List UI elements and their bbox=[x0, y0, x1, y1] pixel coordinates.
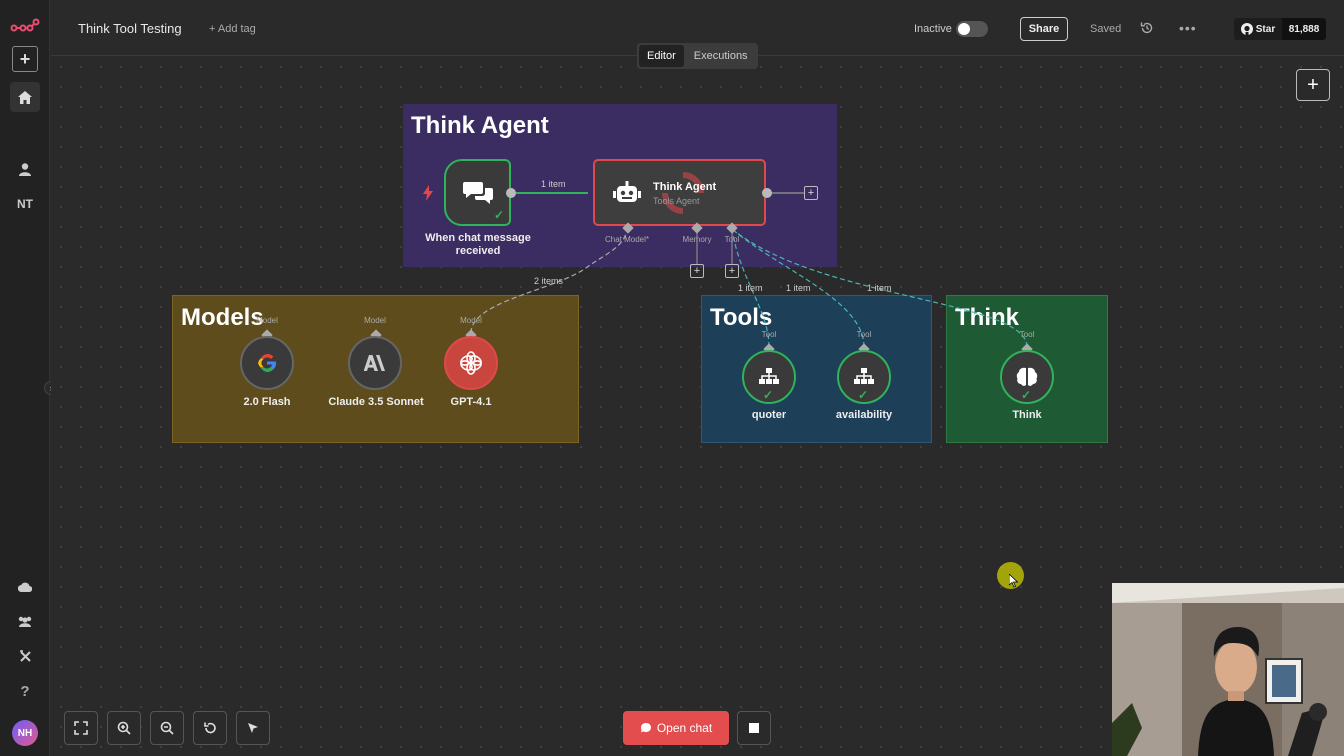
robot-icon bbox=[613, 181, 641, 202]
tidy-up-button[interactable] bbox=[236, 711, 270, 745]
node-think-tool[interactable]: ✓ bbox=[1000, 350, 1054, 404]
port-label: Model bbox=[460, 316, 482, 325]
zoom-in-icon bbox=[117, 721, 131, 735]
sticky-title: Think bbox=[955, 304, 1019, 331]
github-star-count: 81,888 bbox=[1282, 18, 1326, 40]
more-options-icon[interactable]: ••• bbox=[1179, 20, 1197, 36]
node-availability[interactable]: ✓ bbox=[837, 350, 891, 404]
brain-icon bbox=[1016, 367, 1038, 386]
success-check-icon: ✓ bbox=[1021, 388, 1032, 402]
cloud-icon[interactable] bbox=[10, 572, 40, 602]
help-icon[interactable]: ? bbox=[10, 676, 40, 706]
output-handle[interactable] bbox=[762, 188, 772, 198]
add-tag-link[interactable]: + Add tag bbox=[209, 23, 256, 35]
google-icon bbox=[258, 353, 277, 373]
webcam-overlay bbox=[1112, 583, 1344, 756]
stop-icon bbox=[749, 723, 759, 733]
success-check-icon: ✓ bbox=[858, 388, 869, 402]
zoom-to-fit-button[interactable] bbox=[64, 711, 98, 745]
fit-view-icon bbox=[74, 721, 88, 735]
stop-execution-button[interactable] bbox=[737, 711, 771, 745]
node-subtitle: Tools Agent bbox=[653, 196, 700, 206]
sticky-title: Think Agent bbox=[411, 112, 549, 139]
webcam-person-image bbox=[1112, 583, 1344, 756]
active-status-label: Inactive bbox=[914, 23, 952, 35]
zoom-out-button[interactable] bbox=[150, 711, 184, 745]
toggle-knob bbox=[958, 23, 970, 35]
success-check-icon: ✓ bbox=[763, 388, 774, 402]
success-check-icon: ✓ bbox=[493, 208, 504, 222]
node-claude-sonnet[interactable] bbox=[348, 336, 402, 390]
saved-status: Saved bbox=[1090, 23, 1122, 35]
running-spinner-icon bbox=[662, 172, 704, 214]
sticky-title: Tools bbox=[710, 304, 773, 331]
node-label: availability bbox=[835, 409, 893, 421]
port-label: Tool bbox=[1019, 330, 1035, 339]
tab-executions[interactable]: Executions bbox=[686, 45, 756, 67]
github-icon bbox=[1240, 23, 1253, 35]
node-think-agent[interactable]: Think Agent Tools Agent bbox=[593, 159, 766, 226]
pointer-icon bbox=[248, 723, 258, 733]
github-star-widget[interactable]: Star 81,888 bbox=[1234, 18, 1326, 40]
n8n-logo-icon[interactable] bbox=[10, 11, 40, 41]
left-sidebar: + NT ? NH bbox=[0, 0, 50, 756]
connection-label: 2 items bbox=[534, 276, 564, 286]
node-title: Think Agent bbox=[653, 181, 717, 193]
undo-icon bbox=[204, 722, 216, 734]
user-icon[interactable] bbox=[10, 154, 40, 184]
chat-bubbles-icon bbox=[462, 181, 493, 204]
zoom-in-button[interactable] bbox=[107, 711, 141, 745]
node-quoter[interactable]: ✓ bbox=[742, 350, 796, 404]
github-star-label: Star bbox=[1255, 23, 1276, 35]
add-tool-button[interactable]: + bbox=[725, 264, 739, 278]
connection-label: 1 item bbox=[541, 179, 566, 189]
trigger-bolt-icon bbox=[423, 185, 433, 201]
port-label: Tool bbox=[856, 330, 872, 339]
chat-icon bbox=[640, 723, 651, 733]
mouse-cursor-icon bbox=[1009, 574, 1019, 588]
node-label: GPT-4.1 bbox=[450, 396, 492, 408]
reset-zoom-button[interactable] bbox=[193, 711, 227, 745]
openai-icon bbox=[460, 351, 482, 375]
anthropic-icon bbox=[364, 355, 385, 371]
connection-label: 1 item bbox=[786, 283, 811, 293]
connection-label: 1 item bbox=[867, 283, 892, 293]
team-icon[interactable] bbox=[10, 606, 40, 636]
github-star-button[interactable]: Star bbox=[1234, 18, 1282, 40]
active-toggle[interactable] bbox=[956, 21, 988, 37]
sitemap-icon bbox=[759, 368, 779, 384]
node-gemini-flash[interactable] bbox=[240, 336, 294, 390]
port-label: Tool bbox=[761, 330, 777, 339]
variables-icon[interactable] bbox=[10, 641, 40, 671]
add-memory-button[interactable]: + bbox=[690, 264, 704, 278]
connection-label: 1 item bbox=[738, 283, 763, 293]
tab-editor[interactable]: Editor bbox=[639, 45, 684, 67]
editor-tabs: Editor Executions bbox=[637, 43, 758, 69]
node-label: When chat message received bbox=[425, 232, 531, 257]
port-label: Model bbox=[256, 316, 278, 325]
project-nt-item[interactable]: NT bbox=[10, 189, 40, 219]
port-label: Model bbox=[364, 316, 386, 325]
home-icon[interactable] bbox=[10, 82, 40, 112]
node-gpt-4-1[interactable] bbox=[444, 336, 498, 390]
node-label: Think bbox=[1012, 409, 1042, 421]
port-label-chat-model: Chat Model* bbox=[604, 235, 650, 244]
output-handle[interactable] bbox=[506, 188, 516, 198]
share-button[interactable]: Share bbox=[1020, 17, 1068, 41]
add-node-button[interactable]: + bbox=[1296, 69, 1330, 101]
zoom-out-icon bbox=[160, 721, 174, 735]
open-chat-label: Open chat bbox=[656, 721, 713, 735]
add-after-agent-button[interactable]: + bbox=[804, 186, 818, 200]
avatar[interactable]: NH bbox=[12, 720, 38, 746]
node-chat-trigger[interactable]: ✓ bbox=[444, 159, 511, 226]
history-icon[interactable] bbox=[1140, 21, 1154, 35]
port-label-tool: Tool bbox=[724, 235, 740, 244]
sitemap-icon bbox=[854, 368, 874, 384]
open-chat-button[interactable]: Open chat bbox=[623, 711, 729, 745]
add-workflow-button[interactable]: + bbox=[12, 46, 38, 72]
workflow-title[interactable]: Think Tool Testing bbox=[78, 21, 182, 36]
